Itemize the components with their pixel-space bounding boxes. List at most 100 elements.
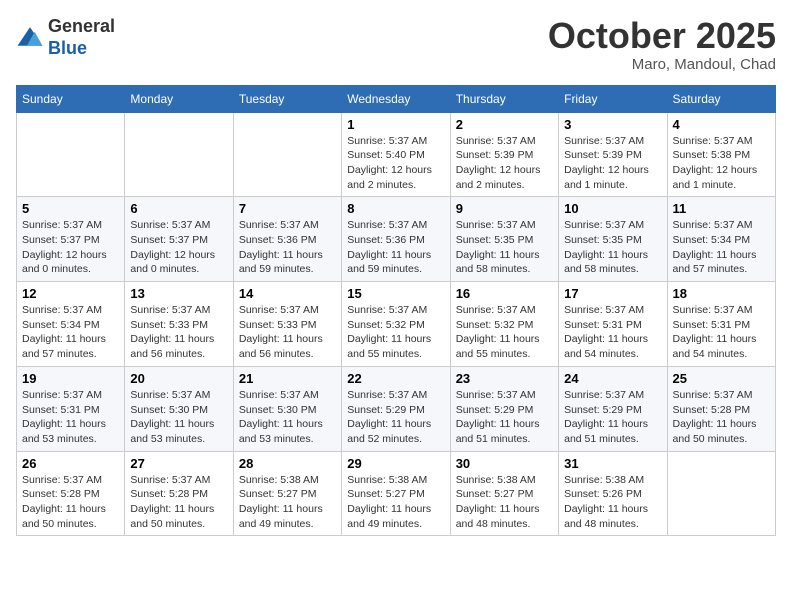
calendar-cell: 17 Sunrise: 5:37 AM Sunset: 5:31 PM Dayli…: [559, 282, 667, 367]
weekday-header: Friday: [559, 85, 667, 112]
calendar-cell: 1 Sunrise: 5:37 AM Sunset: 5:40 PM Daylig…: [342, 112, 450, 197]
day-info: Sunrise: 5:37 AM Sunset: 5:28 PM Dayligh…: [22, 473, 119, 532]
weekday-header-row: SundayMondayTuesdayWednesdayThursdayFrid…: [17, 85, 776, 112]
day-info: Sunrise: 5:37 AM Sunset: 5:40 PM Dayligh…: [347, 134, 444, 193]
calendar-cell: 6 Sunrise: 5:37 AM Sunset: 5:37 PM Daylig…: [125, 197, 233, 282]
day-info: Sunrise: 5:37 AM Sunset: 5:31 PM Dayligh…: [564, 303, 661, 362]
day-info: Sunrise: 5:37 AM Sunset: 5:31 PM Dayligh…: [673, 303, 770, 362]
title-block: October 2025 Maro, Mandoul, Chad: [548, 16, 776, 73]
day-number: 23: [456, 371, 553, 386]
calendar-cell: 12Sunrise: 5:37 AM Sunset: 5:34 PM Dayli…: [17, 282, 125, 367]
day-info: Sunrise: 5:38 AM Sunset: 5:27 PM Dayligh…: [347, 473, 444, 532]
calendar-cell: 21 Sunrise: 5:37 AM Sunset: 5:30 PM Dayli…: [233, 366, 341, 451]
weekday-header: Thursday: [450, 85, 558, 112]
calendar-cell: 26 Sunrise: 5:37 AM Sunset: 5:28 PM Dayli…: [17, 451, 125, 536]
calendar-cell: 23 Sunrise: 5:37 AM Sunset: 5:29 PM Dayli…: [450, 366, 558, 451]
day-number: 29: [347, 456, 444, 471]
day-number: 21: [239, 371, 336, 386]
day-number: 13: [130, 286, 227, 301]
weekday-header: Tuesday: [233, 85, 341, 112]
calendar-cell: 7Sunrise: 5:37 AM Sunset: 5:36 PM Daylig…: [233, 197, 341, 282]
calendar-cell: 19 Sunrise: 5:37 AM Sunset: 5:31 PM Dayli…: [17, 366, 125, 451]
day-number: 7: [239, 201, 336, 216]
day-info: Sunrise: 5:37 AM Sunset: 5:39 PM Dayligh…: [456, 134, 553, 193]
day-info: Sunrise: 5:37 AM Sunset: 5:36 PM Dayligh…: [347, 218, 444, 277]
day-info: Sunrise: 5:37 AM Sunset: 5:39 PM Dayligh…: [564, 134, 661, 193]
day-info: Sunrise: 5:37 AM Sunset: 5:35 PM Dayligh…: [564, 218, 661, 277]
calendar-cell: 5 Sunrise: 5:37 AM Sunset: 5:37 PM Daylig…: [17, 197, 125, 282]
month-title: October 2025: [548, 16, 776, 56]
calendar-cell: 8 Sunrise: 5:37 AM Sunset: 5:36 PM Daylig…: [342, 197, 450, 282]
day-number: 2: [456, 117, 553, 132]
weekday-header: Saturday: [667, 85, 775, 112]
day-number: 1: [347, 117, 444, 132]
calendar-week-row: 12Sunrise: 5:37 AM Sunset: 5:34 PM Dayli…: [17, 282, 776, 367]
day-number: 4: [673, 117, 770, 132]
calendar-table: SundayMondayTuesdayWednesdayThursdayFrid…: [16, 85, 776, 537]
calendar-cell: [125, 112, 233, 197]
calendar-cell: [667, 451, 775, 536]
day-info: Sunrise: 5:38 AM Sunset: 5:26 PM Dayligh…: [564, 473, 661, 532]
day-number: 5: [22, 201, 119, 216]
day-number: 26: [22, 456, 119, 471]
calendar-cell: 31 Sunrise: 5:38 AM Sunset: 5:26 PM Dayli…: [559, 451, 667, 536]
day-number: 14: [239, 286, 336, 301]
day-info: Sunrise: 5:37 AM Sunset: 5:33 PM Dayligh…: [130, 303, 227, 362]
calendar-cell: 15 Sunrise: 5:37 AM Sunset: 5:32 PM Dayli…: [342, 282, 450, 367]
calendar-cell: 18Sunrise: 5:37 AM Sunset: 5:31 PM Dayli…: [667, 282, 775, 367]
day-number: 19: [22, 371, 119, 386]
day-number: 9: [456, 201, 553, 216]
calendar-week-row: 5 Sunrise: 5:37 AM Sunset: 5:37 PM Daylig…: [17, 197, 776, 282]
day-number: 16: [456, 286, 553, 301]
day-info: Sunrise: 5:37 AM Sunset: 5:29 PM Dayligh…: [564, 388, 661, 447]
day-number: 3: [564, 117, 661, 132]
logo-blue: Blue: [48, 38, 87, 58]
day-info: Sunrise: 5:37 AM Sunset: 5:29 PM Dayligh…: [456, 388, 553, 447]
day-number: 31: [564, 456, 661, 471]
day-info: Sunrise: 5:37 AM Sunset: 5:32 PM Dayligh…: [347, 303, 444, 362]
calendar-cell: 9 Sunrise: 5:37 AM Sunset: 5:35 PM Daylig…: [450, 197, 558, 282]
day-info: Sunrise: 5:37 AM Sunset: 5:31 PM Dayligh…: [22, 388, 119, 447]
day-number: 30: [456, 456, 553, 471]
day-info: Sunrise: 5:37 AM Sunset: 5:37 PM Dayligh…: [130, 218, 227, 277]
calendar-cell: 14 Sunrise: 5:37 AM Sunset: 5:33 PM Dayli…: [233, 282, 341, 367]
day-info: Sunrise: 5:37 AM Sunset: 5:34 PM Dayligh…: [673, 218, 770, 277]
calendar-week-row: 26 Sunrise: 5:37 AM Sunset: 5:28 PM Dayli…: [17, 451, 776, 536]
day-number: 20: [130, 371, 227, 386]
day-number: 17: [564, 286, 661, 301]
day-number: 12: [22, 286, 119, 301]
logo-general: General: [48, 16, 115, 36]
page-header: General Blue October 2025 Maro, Mandoul,…: [16, 16, 776, 73]
logo-icon: [16, 24, 44, 52]
calendar-cell: 2 Sunrise: 5:37 AM Sunset: 5:39 PM Daylig…: [450, 112, 558, 197]
day-info: Sunrise: 5:37 AM Sunset: 5:33 PM Dayligh…: [239, 303, 336, 362]
day-info: Sunrise: 5:37 AM Sunset: 5:35 PM Dayligh…: [456, 218, 553, 277]
day-info: Sunrise: 5:37 AM Sunset: 5:37 PM Dayligh…: [22, 218, 119, 277]
calendar-cell: 27Sunrise: 5:37 AM Sunset: 5:28 PM Dayli…: [125, 451, 233, 536]
day-number: 11: [673, 201, 770, 216]
day-info: Sunrise: 5:37 AM Sunset: 5:28 PM Dayligh…: [130, 473, 227, 532]
weekday-header: Sunday: [17, 85, 125, 112]
logo-text: General Blue: [48, 16, 115, 59]
calendar-cell: 30 Sunrise: 5:38 AM Sunset: 5:27 PM Dayli…: [450, 451, 558, 536]
location-subtitle: Maro, Mandoul, Chad: [548, 56, 776, 73]
weekday-header: Monday: [125, 85, 233, 112]
day-info: Sunrise: 5:38 AM Sunset: 5:27 PM Dayligh…: [456, 473, 553, 532]
logo: General Blue: [16, 16, 115, 59]
day-number: 8: [347, 201, 444, 216]
day-number: 25: [673, 371, 770, 386]
day-info: Sunrise: 5:37 AM Sunset: 5:30 PM Dayligh…: [239, 388, 336, 447]
calendar-week-row: 1 Sunrise: 5:37 AM Sunset: 5:40 PM Daylig…: [17, 112, 776, 197]
calendar-cell: 29 Sunrise: 5:38 AM Sunset: 5:27 PM Dayli…: [342, 451, 450, 536]
calendar-cell: 16Sunrise: 5:37 AM Sunset: 5:32 PM Dayli…: [450, 282, 558, 367]
calendar-cell: [17, 112, 125, 197]
day-number: 6: [130, 201, 227, 216]
calendar-cell: 10 Sunrise: 5:37 AM Sunset: 5:35 PM Dayli…: [559, 197, 667, 282]
calendar-cell: [233, 112, 341, 197]
day-number: 10: [564, 201, 661, 216]
calendar-cell: 13 Sunrise: 5:37 AM Sunset: 5:33 PM Dayli…: [125, 282, 233, 367]
weekday-header: Wednesday: [342, 85, 450, 112]
calendar-cell: 22Sunrise: 5:37 AM Sunset: 5:29 PM Dayli…: [342, 366, 450, 451]
day-number: 15: [347, 286, 444, 301]
day-number: 22: [347, 371, 444, 386]
